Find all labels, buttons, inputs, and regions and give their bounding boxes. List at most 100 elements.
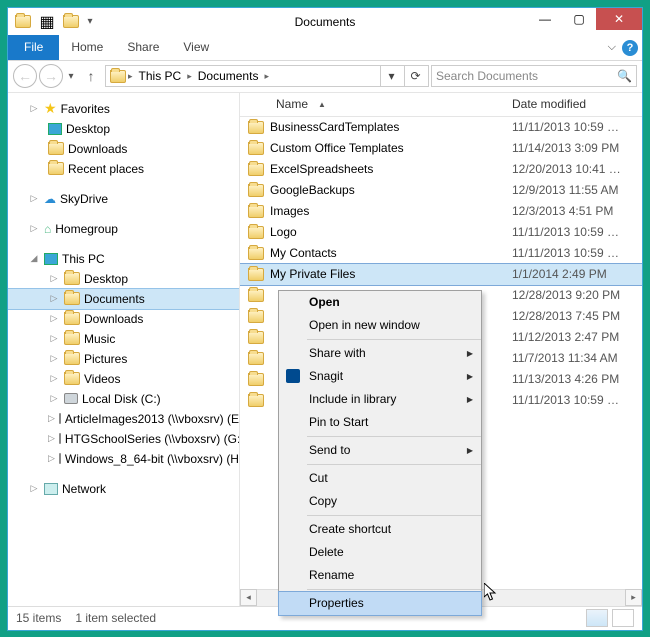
chevron-right-icon[interactable]: ▸ (264, 71, 269, 82)
refresh-icon[interactable]: ⟳ (404, 66, 426, 86)
tree-pc-pictures[interactable]: ▷Pictures (8, 349, 239, 369)
ctx-delete[interactable]: Delete (279, 541, 481, 564)
view-details-button[interactable] (586, 609, 608, 627)
tree-pc-downloads[interactable]: ▷Downloads (8, 309, 239, 329)
folder-icon (248, 142, 264, 155)
cloud-icon: ☁ (44, 192, 56, 206)
qat-properties-icon[interactable]: ▦ (36, 11, 58, 33)
tree-skydrive[interactable]: ▷☁SkyDrive (8, 189, 239, 209)
snagit-icon (286, 369, 300, 383)
ctx-create-shortcut[interactable]: Create shortcut (279, 518, 481, 541)
ctx-cut[interactable]: Cut (279, 467, 481, 490)
ctx-copy[interactable]: Copy (279, 490, 481, 513)
maximize-button[interactable]: ▢ (562, 8, 596, 30)
folder-icon (248, 268, 264, 281)
file-date: 11/13/2013 4:26 PM (512, 372, 642, 386)
ctx-send-to[interactable]: Send to (279, 439, 481, 462)
tab-home[interactable]: Home (59, 35, 115, 60)
tree-pc-documents[interactable]: ▷Documents (8, 289, 239, 309)
pc-icon (44, 253, 58, 265)
tree-downloads[interactable]: Downloads (8, 139, 239, 159)
folder-icon (248, 247, 264, 260)
scroll-right-icon[interactable]: ▸ (625, 589, 642, 606)
file-date: 11/11/2013 10:59 … (512, 246, 642, 260)
col-date[interactable]: Date modified (512, 97, 642, 111)
breadcrumb-pc[interactable]: This PC (135, 69, 186, 83)
ctx-share-with[interactable]: Share with (279, 342, 481, 365)
ctx-pin-start[interactable]: Pin to Start (279, 411, 481, 434)
tree-thispc[interactable]: ◢This PC (8, 249, 239, 269)
chevron-right-icon[interactable]: ▸ (128, 71, 133, 82)
tab-share[interactable]: Share (115, 35, 171, 60)
nav-tree[interactable]: ▷★Favorites Desktop Downloads Recent pla… (8, 93, 240, 606)
netdrive-icon (59, 433, 61, 444)
tree-homegroup[interactable]: ▷⌂Homegroup (8, 219, 239, 239)
network-icon (44, 483, 58, 495)
nav-bar: ← → ▾ ↑ ▸ This PC ▸ Documents ▸ ▾ ⟳ Sear… (8, 61, 642, 93)
folder-icon (248, 289, 264, 302)
file-date: 12/3/2013 4:51 PM (512, 204, 642, 218)
search-icon: 🔍 (617, 69, 632, 83)
nav-history-dropdown[interactable]: ▾ (65, 71, 77, 82)
minimize-button[interactable]: — (528, 8, 562, 30)
qat-newfolder-icon[interactable] (60, 11, 82, 33)
nav-up-button[interactable]: ↑ (79, 64, 103, 88)
view-icons-button[interactable] (612, 609, 634, 627)
tree-pc-netdrive-h[interactable]: ▷Windows_8_64-bit (\\vboxsrv) (H:) (8, 449, 239, 469)
tree-pc-desktop[interactable]: ▷Desktop (8, 269, 239, 289)
file-name: Custom Office Templates (270, 141, 404, 155)
file-row[interactable]: My Private Files1/1/2014 2:49 PM (240, 264, 642, 285)
file-row[interactable]: My Contacts11/11/2013 10:59 … (240, 243, 642, 264)
tree-pc-netdrive-e[interactable]: ▷ArticleImages2013 (\\vboxsrv) (E:) (8, 409, 239, 429)
nav-back-button[interactable]: ← (13, 64, 37, 88)
ctx-properties[interactable]: Properties (279, 592, 481, 615)
file-row[interactable]: Logo11/11/2013 10:59 … (240, 222, 642, 243)
tree-pc-videos[interactable]: ▷Videos (8, 369, 239, 389)
star-icon: ★ (44, 100, 57, 117)
qat-dropdown-icon[interactable]: ▾ (84, 16, 96, 27)
file-date: 12/28/2013 7:45 PM (512, 309, 642, 323)
folder-icon (248, 310, 264, 323)
file-row[interactable]: Custom Office Templates11/14/2013 3:09 P… (240, 138, 642, 159)
ribbon-collapse-icon[interactable]: ⌵ (608, 41, 616, 54)
file-date: 11/7/2013 11:34 AM (512, 351, 642, 365)
ctx-open[interactable]: Open (279, 291, 481, 314)
file-row[interactable]: GoogleBackups12/9/2013 11:55 AM (240, 180, 642, 201)
folder-icon (48, 162, 64, 175)
tab-file[interactable]: File (8, 35, 59, 60)
netdrive-icon (59, 413, 61, 424)
file-row[interactable]: ExcelSpreadsheets12/20/2013 10:41 … (240, 159, 642, 180)
sort-asc-icon: ▲ (318, 100, 326, 109)
tab-view[interactable]: View (171, 35, 221, 60)
file-date: 11/12/2013 2:47 PM (512, 330, 642, 344)
addr-folder-icon (110, 70, 126, 83)
ctx-rename[interactable]: Rename (279, 564, 481, 587)
search-input[interactable]: Search Documents 🔍 (431, 65, 637, 87)
col-name[interactable]: Name▲ (240, 97, 512, 111)
tree-pc-localdisk[interactable]: ▷Local Disk (C:) (8, 389, 239, 409)
file-row[interactable]: Images12/3/2013 4:51 PM (240, 201, 642, 222)
breadcrumb-folder[interactable]: Documents (194, 69, 263, 83)
ctx-snagit[interactable]: Snagit (279, 365, 481, 388)
folder-icon (248, 352, 264, 365)
tree-network[interactable]: ▷Network (8, 479, 239, 499)
search-placeholder: Search Documents (436, 69, 538, 83)
tree-recent[interactable]: Recent places (8, 159, 239, 179)
chevron-right-icon[interactable]: ▸ (187, 71, 192, 82)
file-row[interactable]: BusinessCardTemplates11/11/2013 10:59 … (240, 117, 642, 138)
ctx-include-library[interactable]: Include in library (279, 388, 481, 411)
tree-pc-netdrive-g[interactable]: ▷HTGSchoolSeries (\\vboxsrv) (G:) (8, 429, 239, 449)
addr-dropdown-icon[interactable]: ▾ (380, 66, 402, 86)
close-button[interactable]: ✕ (596, 8, 642, 30)
tree-pc-music[interactable]: ▷Music (8, 329, 239, 349)
ctx-open-new[interactable]: Open in new window (279, 314, 481, 337)
tree-favorites[interactable]: ▷★Favorites (8, 99, 239, 119)
netdrive-icon (59, 453, 61, 464)
tree-desktop[interactable]: Desktop (8, 119, 239, 139)
address-bar[interactable]: ▸ This PC ▸ Documents ▸ ▾ ⟳ (105, 65, 429, 87)
nav-forward-button[interactable]: → (39, 64, 63, 88)
scroll-left-icon[interactable]: ◂ (240, 589, 257, 606)
separator (307, 464, 481, 465)
file-date: 1/1/2014 2:49 PM (512, 267, 642, 281)
help-icon[interactable]: ? (622, 40, 638, 56)
